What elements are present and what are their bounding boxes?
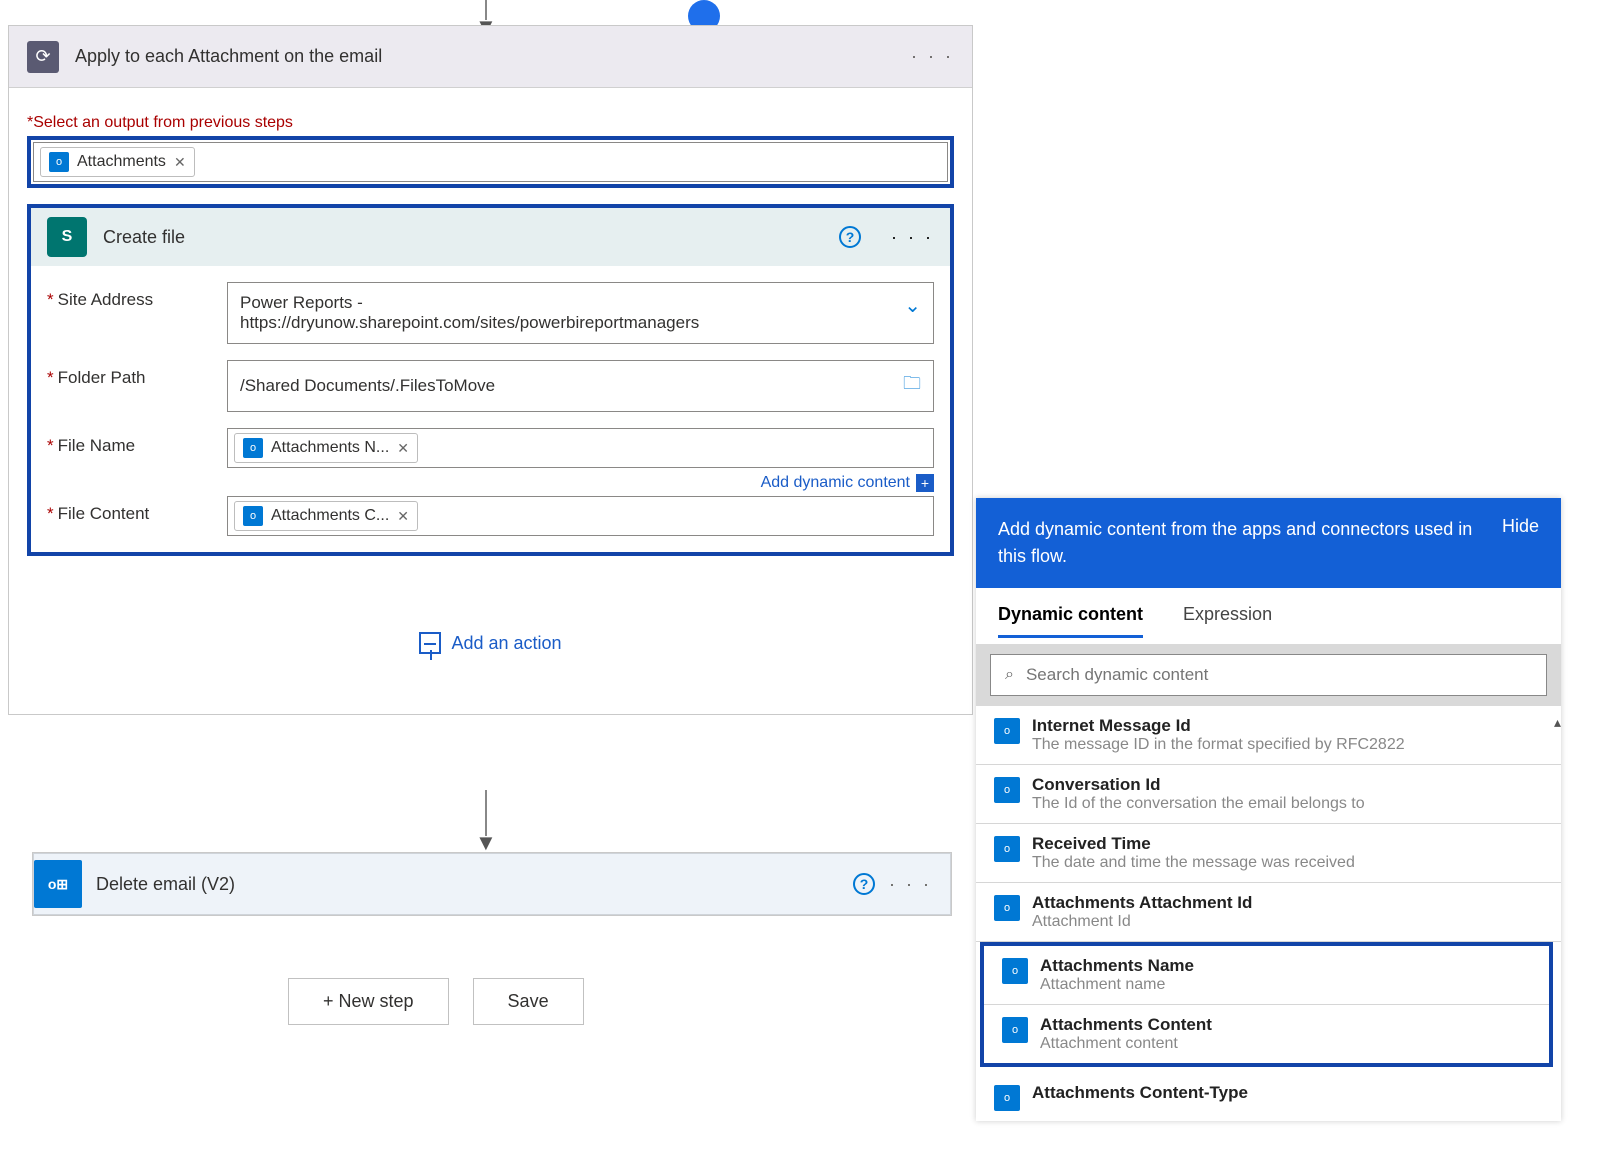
outlook-icon: o xyxy=(1002,958,1028,984)
select-output-input[interactable]: o Attachments ✕ xyxy=(33,142,948,182)
remove-token-icon[interactable]: ✕ xyxy=(397,440,409,457)
apply-to-each-card: ⟳ Apply to each Attachment on the email … xyxy=(8,25,973,715)
site-address-label: *Site Address xyxy=(47,282,227,310)
add-action-icon xyxy=(419,632,441,654)
outlook-icon: o xyxy=(994,777,1020,803)
dynamic-search-field[interactable] xyxy=(1026,665,1532,685)
apply-to-each-menu[interactable]: · · · xyxy=(911,46,954,67)
remove-token-icon[interactable]: ✕ xyxy=(397,508,409,525)
filecontent-token[interactable]: o Attachments C... ✕ xyxy=(234,501,418,531)
list-item[interactable]: o Attachments Content Attachment content xyxy=(984,1005,1549,1063)
chevron-down-icon[interactable]: ⌄ xyxy=(904,293,921,318)
list-item[interactable]: o Received Time The date and time the me… xyxy=(976,824,1561,883)
dynamic-search-input[interactable]: ⌕ xyxy=(990,654,1547,696)
list-item[interactable]: o Attachments Content-Type xyxy=(976,1073,1561,1121)
outlook-icon: o xyxy=(994,895,1020,921)
search-icon: ⌕ xyxy=(1005,666,1014,684)
outlook-icon: o xyxy=(243,506,263,526)
filename-token[interactable]: o Attachments N... ✕ xyxy=(234,433,418,463)
outlook-icon: o xyxy=(994,1085,1020,1111)
tab-expression[interactable]: Expression xyxy=(1183,604,1272,638)
list-item[interactable]: o Conversation Id The Id of the conversa… xyxy=(976,765,1561,824)
outlook-icon: o xyxy=(49,152,69,172)
attachments-token[interactable]: o Attachments ✕ xyxy=(40,147,195,177)
file-content-label: *File Content xyxy=(47,496,227,524)
create-file-card: S Create file ? · · · *Site Address Powe… xyxy=(27,204,954,556)
folder-path-input[interactable]: /Shared Documents/.FilesToMove 🗀 xyxy=(227,360,934,412)
dynamic-content-panel: Add dynamic content from the apps and co… xyxy=(976,498,1561,1121)
folder-picker-icon[interactable]: 🗀 xyxy=(903,371,921,401)
plus-icon: + xyxy=(916,474,934,492)
save-button[interactable]: Save xyxy=(473,978,584,1025)
add-action-link[interactable]: Add an action xyxy=(27,632,954,654)
list-item[interactable]: o Attachments Attachment Id Attachment I… xyxy=(976,883,1561,942)
help-icon[interactable]: ? xyxy=(839,226,861,248)
outlook-icon: o xyxy=(994,836,1020,862)
new-step-button[interactable]: + New step xyxy=(288,978,449,1025)
outlook-icon: o xyxy=(994,718,1020,744)
file-content-input[interactable]: o Attachments C... ✕ xyxy=(227,496,934,536)
create-file-title: Create file xyxy=(103,227,823,248)
file-name-input[interactable]: o Attachments N... ✕ xyxy=(227,428,934,468)
sharepoint-icon: S xyxy=(47,217,87,257)
file-name-label: *File Name xyxy=(47,428,227,456)
list-item[interactable]: o Attachments Name Attachment name xyxy=(984,946,1549,1005)
tab-dynamic-content[interactable]: Dynamic content xyxy=(998,604,1143,638)
outlook-icon: o xyxy=(243,438,263,458)
site-address-dropdown[interactable]: Power Reports - https://dryunow.sharepoi… xyxy=(227,282,934,344)
help-icon[interactable]: ? xyxy=(853,873,875,895)
apply-to-each-title: Apply to each Attachment on the email xyxy=(75,46,895,67)
apply-to-each-header[interactable]: ⟳ Apply to each Attachment on the email … xyxy=(9,26,972,88)
dynamic-panel-header: Add dynamic content from the apps and co… xyxy=(998,516,1482,570)
remove-token-icon[interactable]: ✕ xyxy=(174,154,186,171)
scroll-up-icon[interactable]: ▴ xyxy=(1554,714,1561,731)
loop-icon: ⟳ xyxy=(27,41,59,73)
delete-email-title: Delete email (V2) xyxy=(96,874,837,895)
add-dynamic-content-link[interactable]: Add dynamic content + xyxy=(227,474,934,492)
outlook-icon: o xyxy=(1002,1017,1028,1043)
hide-panel-link[interactable]: Hide xyxy=(1502,516,1539,570)
delete-email-menu[interactable]: · · · xyxy=(889,874,932,895)
delete-email-card[interactable]: o⊞ Delete email (V2) ? · · · xyxy=(32,852,952,916)
folder-path-label: *Folder Path xyxy=(47,360,227,388)
list-item[interactable]: o Internet Message Id The message ID in … xyxy=(976,706,1561,765)
select-output-label: *Select an output from previous steps xyxy=(27,114,954,132)
outlook-icon: o⊞ xyxy=(34,860,82,908)
create-file-menu[interactable]: · · · xyxy=(891,227,934,248)
dynamic-content-list[interactable]: ▴ o Internet Message Id The message ID i… xyxy=(976,706,1561,1121)
create-file-header[interactable]: S Create file ? · · · xyxy=(31,208,950,266)
